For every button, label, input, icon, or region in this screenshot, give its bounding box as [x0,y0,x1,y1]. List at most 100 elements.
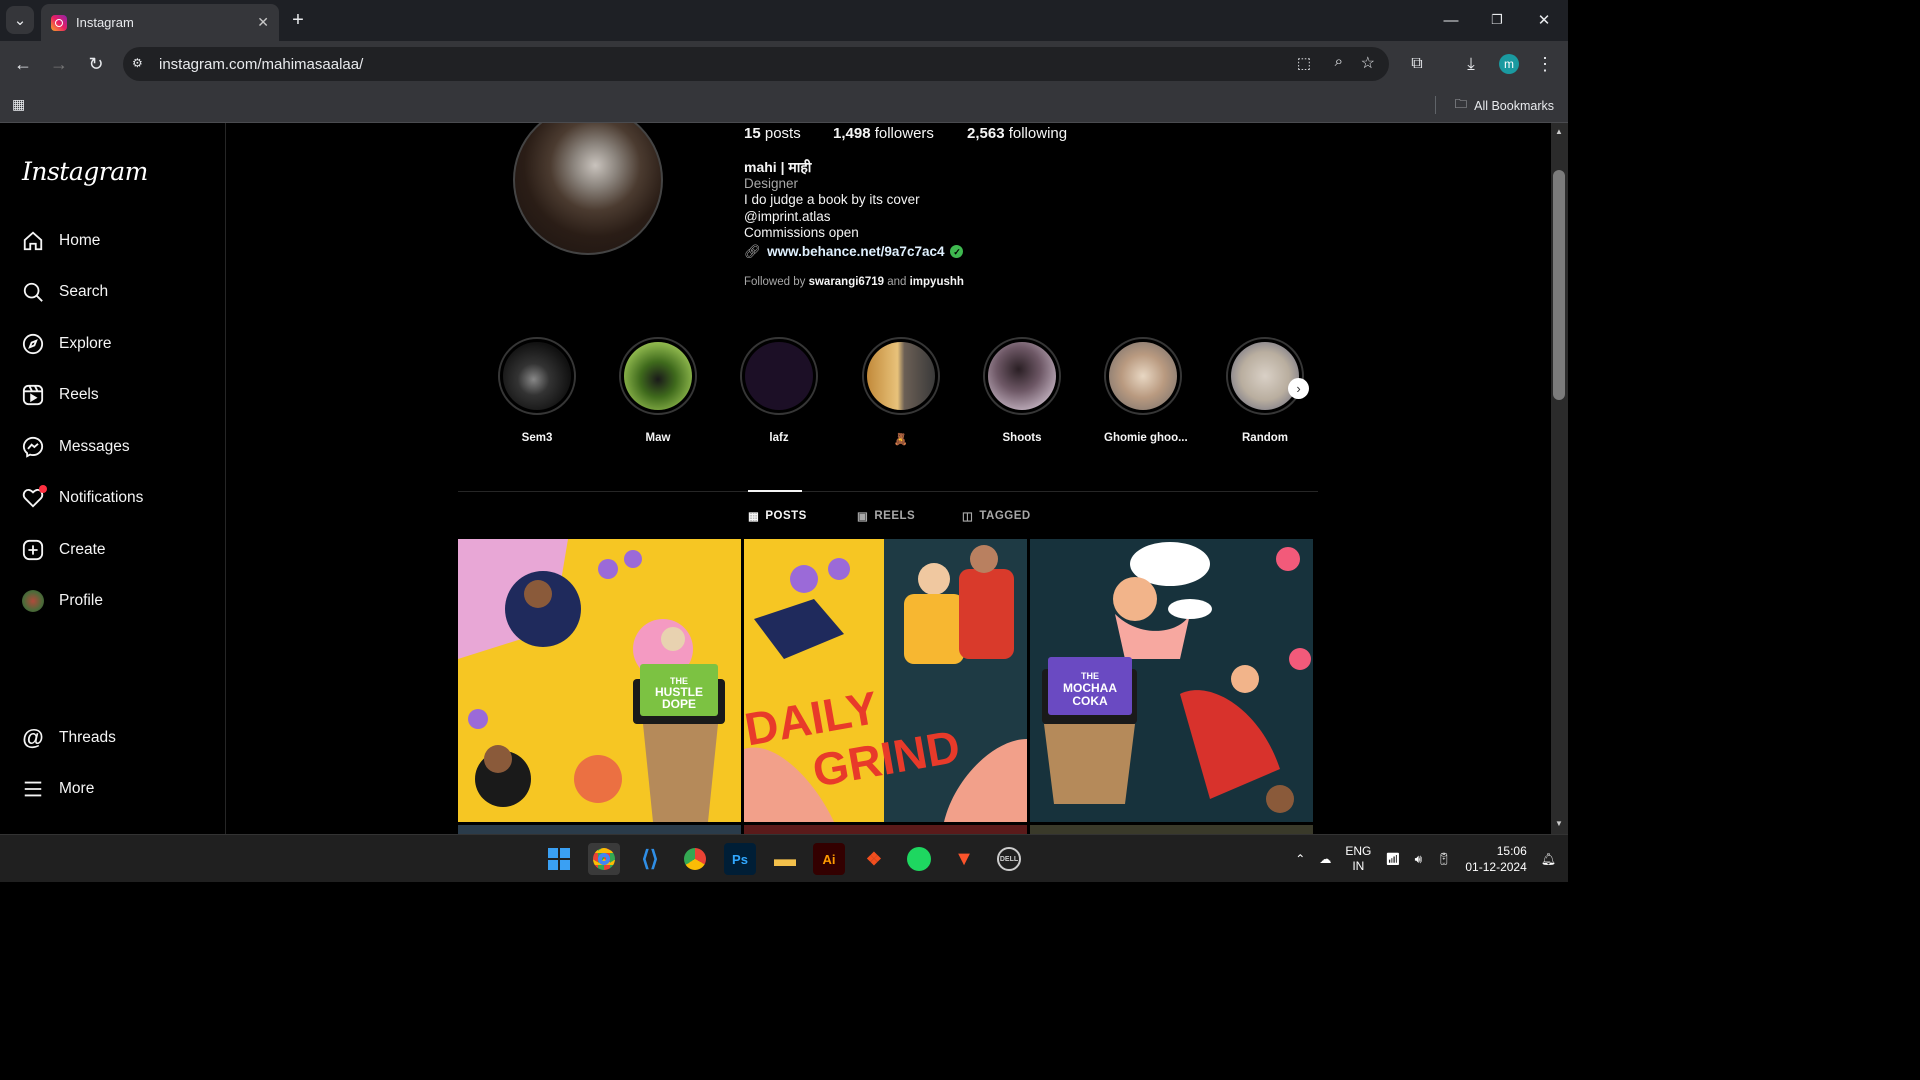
scroll-up-arrow-icon[interactable]: ▲ [1555,127,1563,136]
new-tab-button[interactable]: + [283,5,313,35]
nav-notifications[interactable]: Notifications [22,485,143,509]
nav-reels[interactable]: Reels [22,384,99,406]
wifi-icon[interactable]: 📶︎ [1385,852,1400,866]
restore-button[interactable]: ❐ [1482,5,1512,35]
highlight-item[interactable]: Maw [619,337,697,444]
post-3-text-2: MOCHAA [1063,681,1117,695]
vscode-taskbar-icon[interactable]: ⟨⟩ [634,843,666,875]
reels-icon [22,384,44,406]
browser-toolbar: ← → ↻ ⚙ instagram.com/mahimasaalaa/ ⬚ ⌕ … [0,41,1568,87]
photoshop-taskbar-icon[interactable]: Ps [724,843,756,875]
clock-time: 15:06 [1496,844,1527,858]
post-thumbnail[interactable]: THE MOCHAA COKA [1030,539,1313,822]
followed-by-and: and [887,276,907,288]
profile-external-link[interactable]: 🔗︎ www.behance.net/9a7c7ac4 ✓ [744,244,964,261]
show-hidden-icons-icon[interactable]: ⌃ [1295,852,1305,866]
language-indicator[interactable]: ENG IN [1345,844,1371,874]
dell-taskbar-icon[interactable]: DELL [993,843,1025,875]
volume-icon[interactable]: 🔊︎ [1415,852,1423,867]
battery-icon[interactable]: 🔋︎ [1436,852,1451,866]
highlight-item[interactable]: Ghomie ghoo... [1104,337,1188,444]
highlight-cover [745,342,813,410]
highlight-item[interactable]: 🧸 [862,337,940,446]
nav-threads[interactable]: @ Threads [22,725,116,750]
nav-messages[interactable]: Messages [22,436,130,458]
bio-mention-link[interactable]: @imprint.atlas [744,209,963,226]
extensions-icon[interactable]: ⧉ [1402,49,1432,79]
profile-avatar[interactable] [513,123,663,255]
clock-date: 01-12-2024 [1465,860,1527,874]
downloads-icon[interactable]: ⤓ [1456,49,1486,79]
tabs-divider [458,491,1318,492]
illustrator-taskbar-icon[interactable]: Ai [813,843,845,875]
highlight-item[interactable]: lafz [740,337,818,444]
zoom-icon[interactable]: ⌕ [1335,53,1343,70]
spotify-taskbar-icon[interactable] [903,843,935,875]
nav-search[interactable]: Search [22,281,108,303]
minimize-button[interactable]: — [1436,5,1466,35]
tab-posts[interactable]: ▦ POSTS [748,509,807,523]
followers-stat[interactable]: 1,498 followers [833,125,934,142]
tab-tagged[interactable]: ◫ TAGGED [962,509,1031,523]
browser-titlebar: ⌄ Instagram ✕ + — ❐ ✕ [0,0,1568,41]
clock[interactable]: 15:06 01-12-2024 [1465,843,1526,875]
onedrive-icon[interactable]: ☁ [1319,852,1331,866]
chrome-menu-icon[interactable]: ⋮ [1530,49,1560,79]
highlight-item[interactable]: Shoots [983,337,1061,444]
highlight-label: lafz [769,432,789,444]
scrollbar-thumb[interactable] [1553,170,1565,400]
url-text[interactable]: instagram.com/mahimasaalaa/ [159,56,363,73]
post-3-text-3: COKA [1072,694,1108,708]
bio-line: Commissions open [744,225,859,240]
all-bookmarks-button[interactable]: 🗀 All Bookmarks [1455,95,1554,116]
following-count: 2,563 [967,125,1005,142]
scroll-down-arrow-icon[interactable]: ▼ [1555,819,1563,828]
nav-explore[interactable]: Explore [22,333,112,355]
install-app-icon[interactable]: ⬚ [1297,54,1311,72]
windows-start-icon[interactable] [543,843,575,875]
chrome-taskbar-icon[interactable] [588,843,620,875]
chrome-profile-avatar[interactable]: m [1499,54,1519,74]
figma-taskbar-icon[interactable]: ❖ [858,843,890,875]
nav-explore-label: Explore [59,335,112,352]
close-window-button[interactable]: ✕ [1529,5,1559,35]
back-button[interactable]: ← [8,49,38,79]
file-explorer-taskbar-icon[interactable]: ▬ [769,843,801,875]
tab-reels[interactable]: ▣ REELS [857,509,915,523]
bookmark-star-icon[interactable]: ☆ [1361,53,1375,73]
tab-posts-label: POSTS [765,510,807,522]
instagram-logo[interactable]: Instagram [22,157,148,186]
highlight-item[interactable]: Sem3 [498,337,576,444]
chrome-profile-taskbar-icon[interactable] [679,843,711,875]
post-thumbnail[interactable]: THE HUSTLE DOPE [458,539,741,822]
post-thumbnail-partial[interactable] [458,825,741,834]
highlight-cover [503,342,571,410]
highlight-ring [740,337,818,415]
tab-close-icon[interactable]: ✕ [257,14,269,31]
browser-tab[interactable]: Instagram ✕ [41,4,279,41]
reload-button[interactable]: ↻ [81,49,111,79]
forward-button[interactable]: → [44,49,74,79]
followed-by[interactable]: Followed by swarangi6719 and impyushh [744,276,964,288]
nav-profile[interactable]: Profile [22,590,103,612]
tab-search-button[interactable]: ⌄ [6,6,34,34]
profile-category: Designer [744,175,799,191]
post-thumbnail-partial[interactable] [744,825,1027,834]
nav-create[interactable]: Create [22,539,106,561]
nav-home[interactable]: Home [22,230,100,252]
highlight-cover [1109,342,1177,410]
highlights-next-button[interactable]: › [1288,378,1309,399]
apps-grid-icon[interactable]: ▦ [12,96,25,113]
highlight-ring [498,337,576,415]
nav-create-label: Create [59,541,106,558]
post-thumbnail-partial[interactable] [1030,825,1313,834]
following-stat[interactable]: 2,563 following [967,125,1067,142]
nav-more[interactable]: More [22,778,94,800]
followers-count: 1,498 [833,125,871,142]
address-bar[interactable]: ⚙ instagram.com/mahimasaalaa/ ⬚ ⌕ ☆ [123,47,1389,81]
brave-taskbar-icon[interactable]: ▼ [948,843,980,875]
site-settings-icon[interactable]: ⚙ [132,56,148,72]
notification-bell-icon[interactable]: 🔔︎ [1541,852,1556,866]
post-thumbnail[interactable]: DAILY GRIND [744,539,1027,822]
post-3-text-1: THE [1081,671,1099,681]
